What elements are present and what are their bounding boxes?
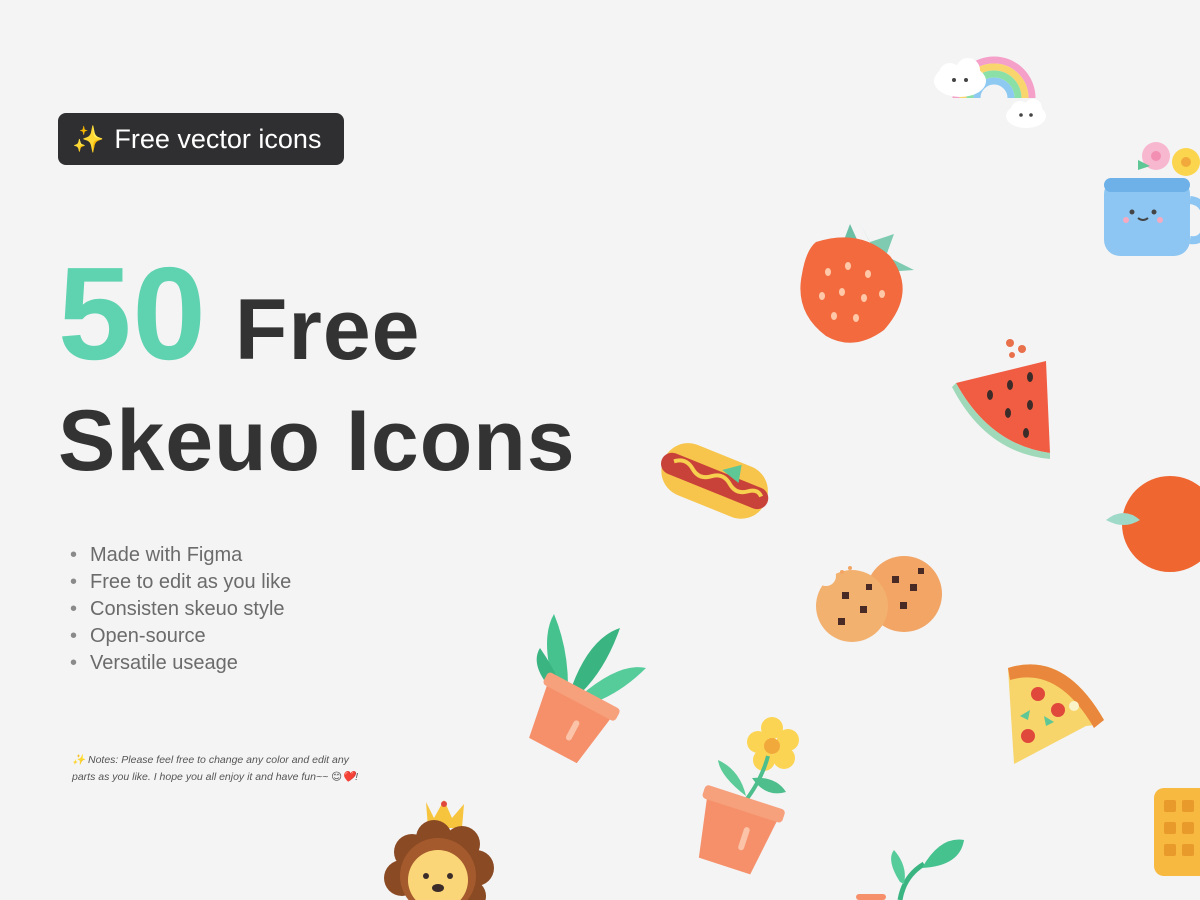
watermelon-icon [950,335,1060,460]
headline-line2: Skeuo Icons [58,393,576,489]
orange-icon [1104,470,1200,572]
feature-text: Consisten skeuo style [90,598,285,620]
headline-free: Free [234,282,421,378]
feature-text: Open-source [90,625,206,647]
feature-item: • Open-source [70,623,291,650]
flower-mug-icon [1098,130,1200,260]
hotdog-icon [656,428,774,532]
free-vector-icons-badge: ✨ Free vector icons [58,113,344,165]
headline: 50 Free Skeuo Icons [58,240,576,489]
feature-text: Made with Figma [90,544,243,566]
potted-plant-icon [510,608,648,764]
pizza-icon [1004,656,1106,768]
feature-item: • Versatile useage [70,650,291,677]
strawberry-icon [798,212,920,348]
lion-icon [372,792,494,900]
notes: ✨ Notes: Please feel free to change any … [72,752,372,786]
feature-item: • Made with Figma [70,542,291,569]
badge-label: Free vector icons [114,123,322,154]
notes-text: Notes: Please feel free to change any co… [72,754,359,783]
feature-item: • Free to edit as you like [70,569,291,596]
sparkle-icon: ✨ [72,754,86,766]
sparkle-icon: ✨ [72,123,105,154]
feature-text: Versatile useage [90,652,238,674]
flower-pot-icon [676,716,806,875]
feature-list: • Made with Figma • Free to edit as you li… [70,542,291,677]
cookies-icon [808,548,948,648]
sprout-icon [856,836,968,900]
feature-text: Free to edit as you like [90,571,292,593]
rainbow-icon [928,36,1053,131]
waffle-icon [1152,782,1200,878]
feature-item: • Consisten skeuo style [70,596,291,623]
headline-number: 50 [58,240,207,387]
